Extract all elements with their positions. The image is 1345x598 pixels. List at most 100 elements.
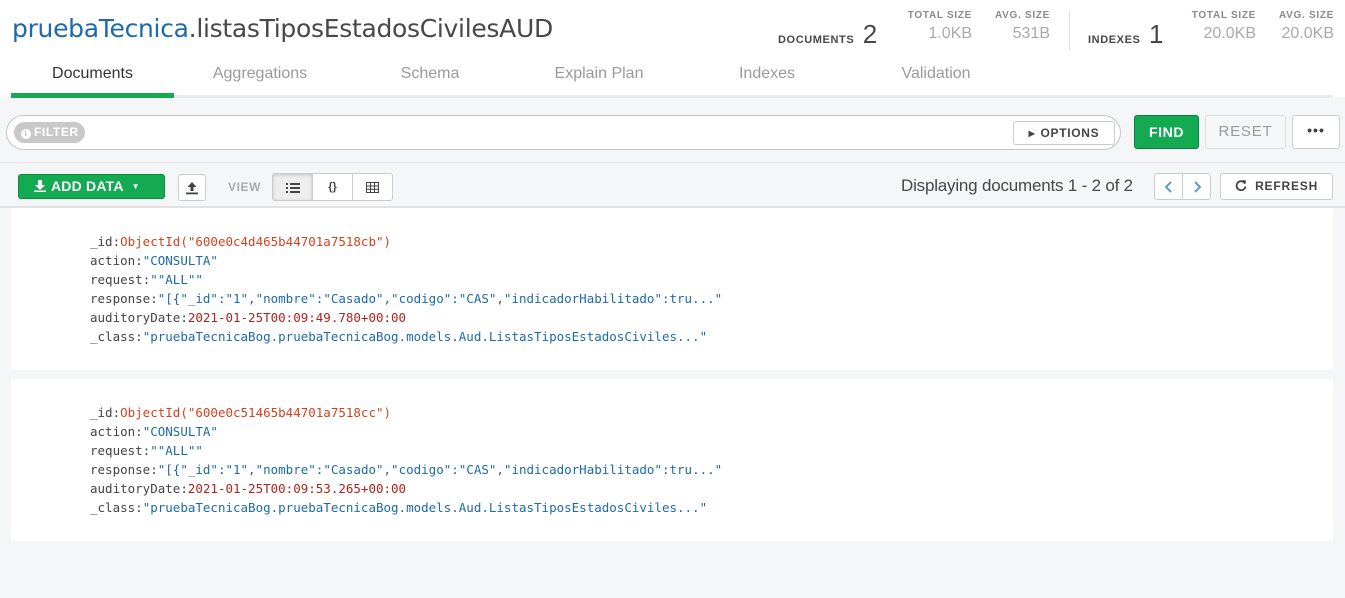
field-key: _id [90,405,113,420]
field-value: ObjectId("600e0c4d465b44701a7518cb") [120,234,392,249]
filter-input[interactable]: i FILTER ▶ OPTIONS [6,115,1121,150]
field-row: _id:ObjectId("600e0c51465b44701a7518cc") [90,405,392,420]
document-card[interactable]: _id:ObjectId("600e0c4d465b44701a7518cb")… [11,208,1333,370]
tab-validation[interactable]: Validation [850,58,1022,95]
download-icon [34,175,46,198]
options-button[interactable]: ▶ OPTIONS [1013,121,1115,145]
doc-total-size-label: TOTAL SIZE [907,10,972,21]
namespace-title: pruebaTecnica.listasTiposEstadosCivilesA… [12,14,553,43]
collection-header: pruebaTecnica.listasTiposEstadosCivilesA… [0,0,1345,98]
field-value: ""ALL"" [150,272,203,287]
tab-documents[interactable]: Documents [11,58,174,98]
field-value: ObjectId("600e0c51465b44701a7518cc") [120,405,392,420]
import-button[interactable] [178,174,206,201]
idx-avg-size-label: AVG. SIZE [1278,10,1334,21]
idx-avg-size-value: 20.0KB [1281,25,1334,42]
field-key: response [90,291,151,306]
collection-tabs: Documents Aggregations Schema Explain Pl… [11,58,1333,98]
field-value: "CONSULTA" [142,424,218,439]
field-row: action:"CONSULTA" [90,253,218,268]
field-row: response:"[{"_id":"1","nombre":"Casado",… [90,462,723,477]
field-key: action [90,253,136,268]
field-value: ""ALL"" [150,443,203,458]
field-row: auditoryDate:2021-01-25T00:09:53.265+00:… [90,481,407,496]
tab-explain-plan[interactable]: Explain Plan [514,58,684,95]
document-card[interactable]: _id:ObjectId("600e0c51465b44701a7518cc")… [11,379,1333,541]
refresh-label: REFRESH [1255,179,1319,193]
field-value: "pruebaTecnicaBog.pruebaTecnicaBog.model… [142,329,708,344]
reset-button[interactable]: RESET [1205,115,1286,149]
documents-label: DOCUMENTS [778,34,855,46]
stats-divider [1069,10,1070,50]
tab-aggregations[interactable]: Aggregations [174,58,346,95]
caret-right-icon: ▶ [1028,129,1036,138]
view-switcher: {} [272,173,393,201]
documents-toolbar: ADD DATA ▼ VIEW {} Displaying documents 1… [0,164,1345,208]
field-value: 2021-01-25T00:09:53.265+00:00 [187,481,407,496]
field-row: _class:"pruebaTecnicaBog.pruebaTecnicaBo… [90,329,708,344]
field-key: _id [90,234,113,249]
field-value: "CONSULTA" [142,253,218,268]
field-key: response [90,462,151,477]
filter-label: FILTER [34,125,79,139]
indexes-count: 1 [1148,19,1164,49]
refresh-icon [1235,179,1255,193]
field-key: request [90,272,143,287]
add-data-label: ADD DATA [51,178,124,194]
next-page-button[interactable] [1182,173,1211,200]
field-row: response:"[{"_id":"1","nombre":"Casado",… [90,291,723,306]
doc-avg-size-value: 531B [1012,25,1050,42]
field-value: 2021-01-25T00:09:49.780+00:00 [187,310,407,325]
database-name[interactable]: pruebaTecnica [12,14,189,43]
field-value: "[{"_id":"1","nombre":"Casado","codigo":… [157,291,723,306]
field-key: _class [90,329,136,344]
document-fields: _id:ObjectId("600e0c51465b44701a7518cc")… [90,403,722,517]
idx-total-size-label: TOTAL SIZE [1191,10,1256,21]
pagination-controls [1154,173,1211,200]
document-fields: _id:ObjectId("600e0c4d465b44701a7518cb")… [90,232,722,346]
collection-name: .listasTiposEstadosCivilesAUD [188,14,554,43]
list-view-button[interactable] [272,173,313,201]
table-icon [366,182,379,196]
tab-schema[interactable]: Schema [346,58,514,95]
field-key: request [90,443,143,458]
indexes-label: INDEXES [1088,34,1141,46]
field-row: auditoryDate:2021-01-25T00:09:49.780+00:… [90,310,407,325]
document-stats: DOCUMENTS 2 TOTAL SIZE 1.0KB AVG. SIZE 5… [778,8,1058,52]
more-options-button[interactable]: ••• [1292,115,1340,149]
json-icon: {} [328,181,337,193]
field-key: action [90,424,136,439]
json-view-button[interactable]: {} [312,173,353,201]
field-row: action:"CONSULTA" [90,424,218,439]
idx-total-size-value: 20.0KB [1203,25,1256,42]
options-label: OPTIONS [1040,126,1100,140]
field-row: _class:"pruebaTecnicaBog.pruebaTecnicaBo… [90,500,708,515]
index-stats: INDEXES 1 TOTAL SIZE 20.0KB AVG. SIZE 20… [1088,8,1338,52]
field-value: "[{"_id":"1","nombre":"Casado","codigo":… [157,462,723,477]
field-key: auditoryDate [90,310,181,325]
table-view-button[interactable] [352,173,393,201]
view-label: VIEW [228,180,262,194]
upload-icon [185,182,199,199]
field-key: auditoryDate [90,481,181,496]
field-key: _class [90,500,136,515]
filter-pill: i FILTER [14,122,85,143]
field-row: _id:ObjectId("600e0c4d465b44701a7518cb") [90,234,392,249]
doc-avg-size-label: AVG. SIZE [994,10,1050,21]
doc-total-size-value: 1.0KB [928,25,972,42]
caret-down-icon: ▼ [131,182,140,191]
pagination-status: Displaying documents 1 - 2 of 2 [901,176,1133,195]
list-icon [285,183,300,197]
find-button[interactable]: FIND [1134,115,1199,149]
chevron-left-icon [1164,180,1174,197]
previous-page-button[interactable] [1154,173,1183,200]
field-row: request:""ALL"" [90,443,203,458]
field-value: "pruebaTecnicaBog.pruebaTecnicaBog.model… [142,500,708,515]
add-data-button[interactable]: ADD DATA ▼ [18,174,165,199]
refresh-button[interactable]: REFRESH [1220,173,1333,200]
info-icon: i [21,129,31,139]
documents-count: 2 [862,19,878,49]
tab-indexes[interactable]: Indexes [684,58,850,95]
chevron-right-icon [1192,180,1202,197]
query-bar: i FILTER ▶ OPTIONS FIND RESET ••• [0,103,1345,163]
